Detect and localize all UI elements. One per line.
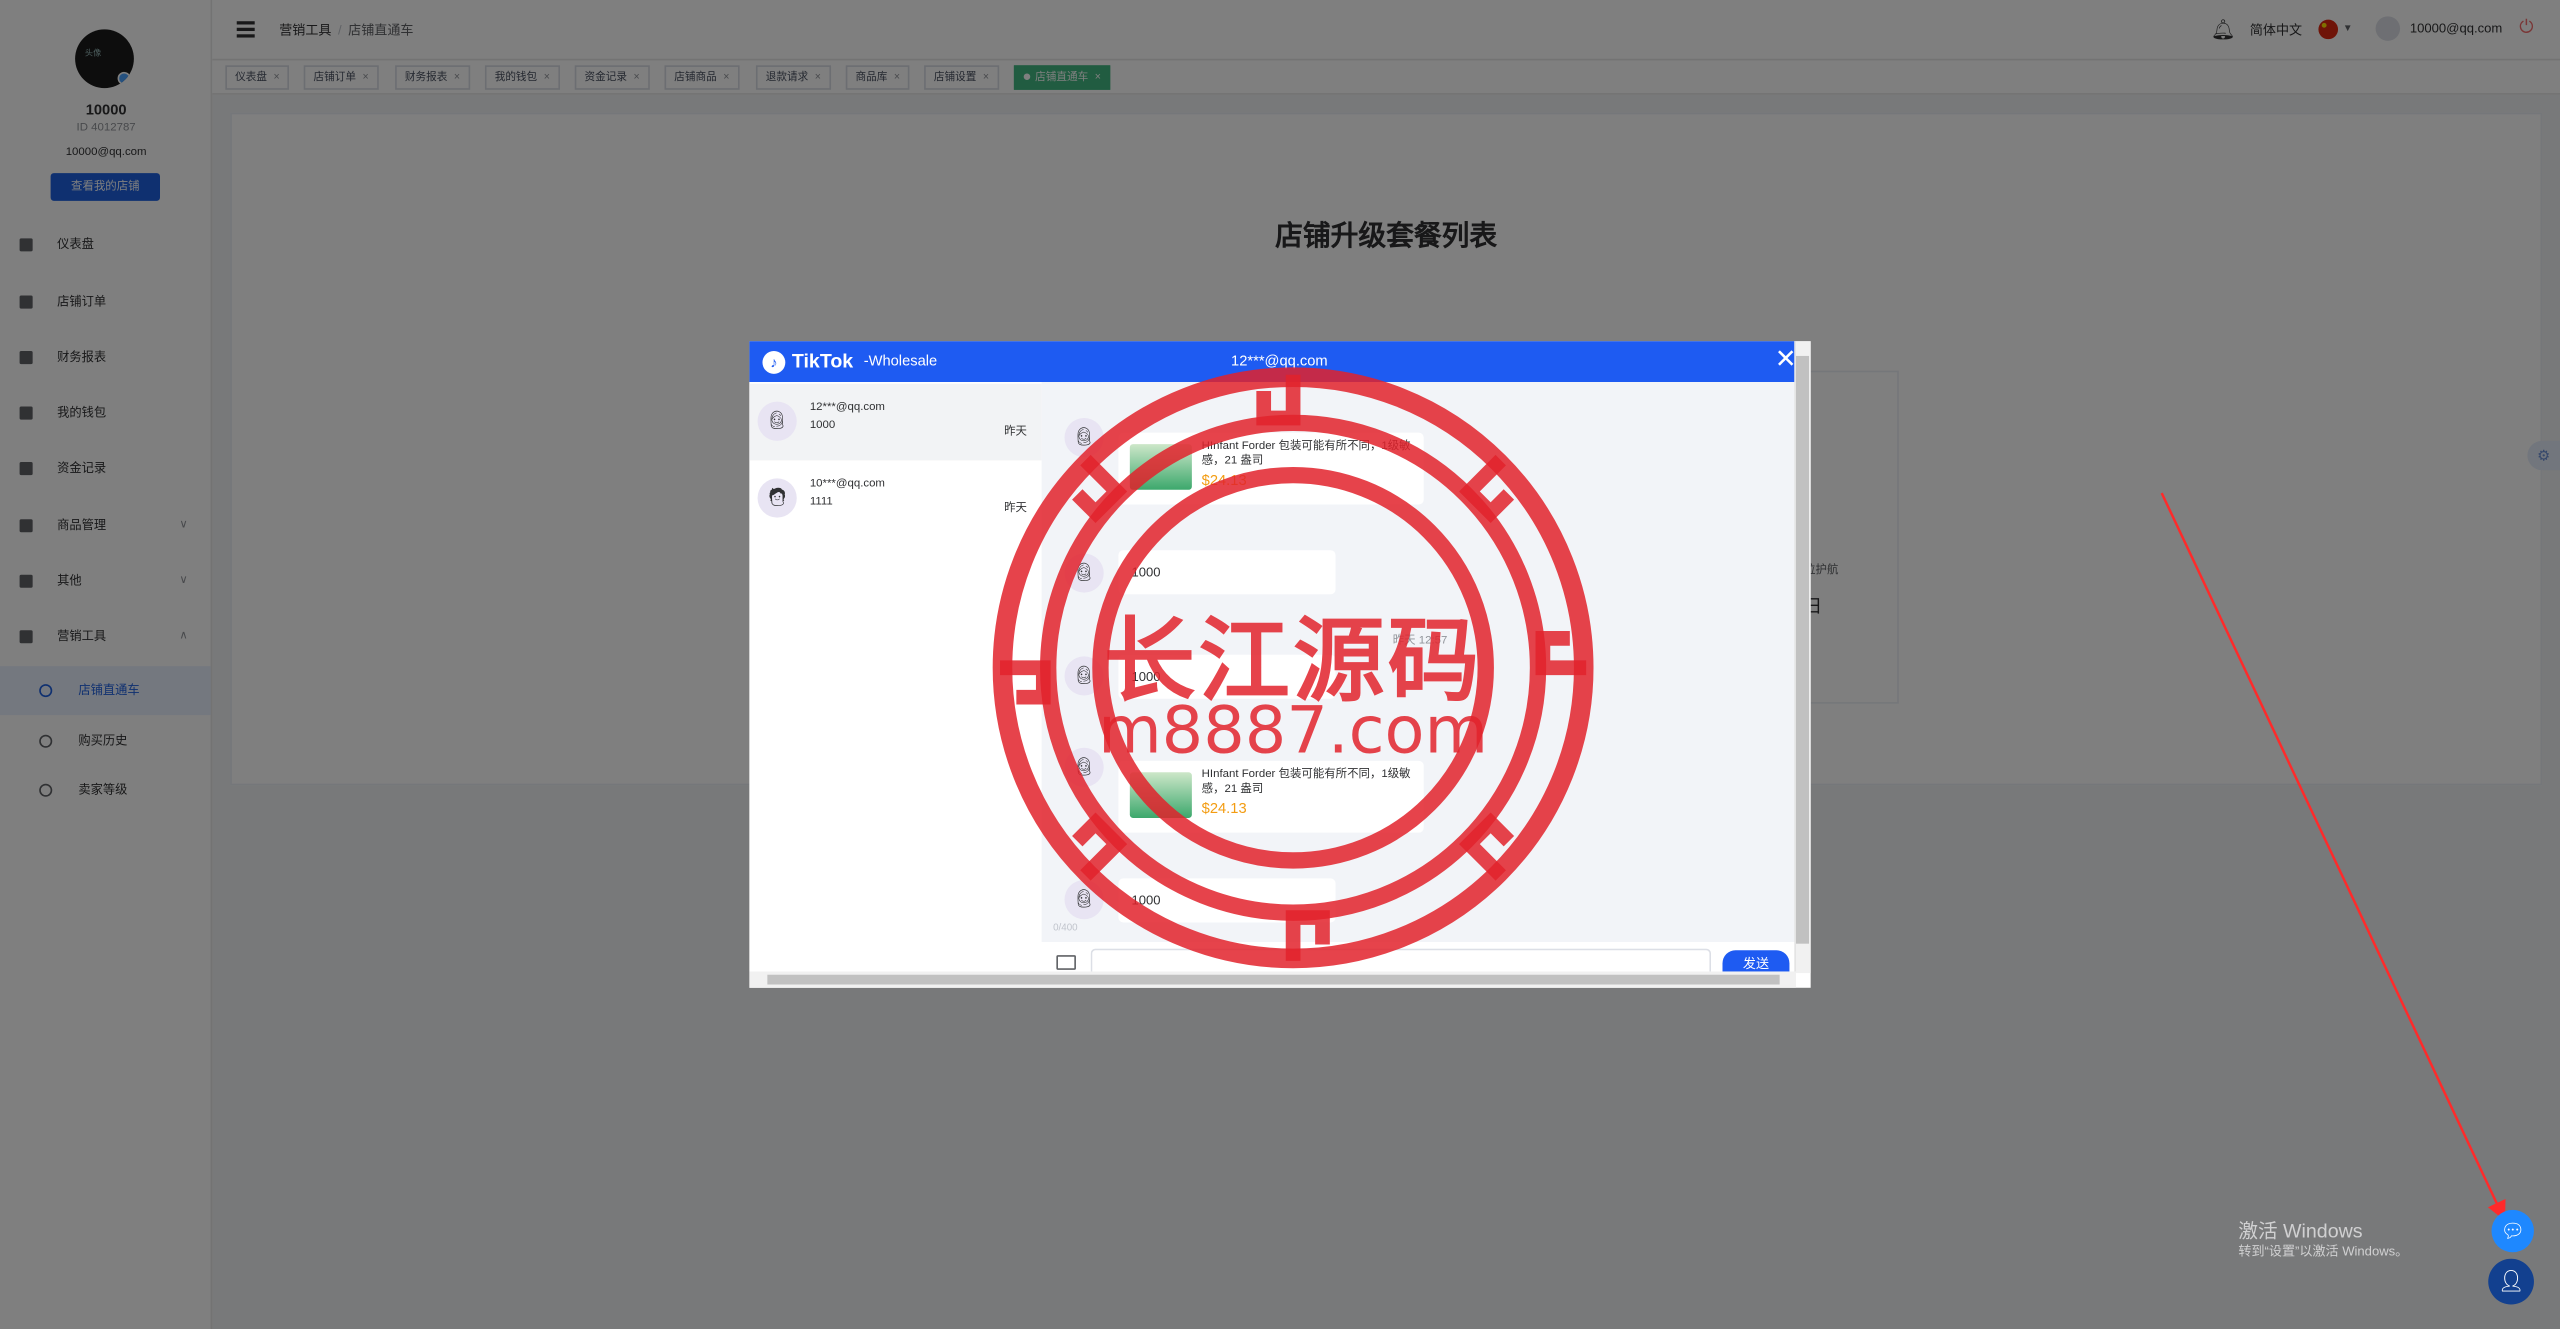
windows-activation-title: 激活 Windows xyxy=(2238,1219,2363,1243)
message-avatar: 🧕︎ xyxy=(1064,880,1104,920)
contact-avatar: 🧑︎ xyxy=(757,478,797,518)
product-card[interactable]: HInfant Forder 包装可能有所不同，1级敏感，21 盎司 $24.1… xyxy=(1118,432,1424,505)
chat-brand-suffix: -Wholesale xyxy=(863,352,938,369)
watermark-url: m8887.com xyxy=(1098,693,1489,770)
scrollbar-thumb[interactable] xyxy=(767,974,1780,985)
contact-last-message: 1111 xyxy=(809,496,833,508)
send-button[interactable]: 发送 xyxy=(1722,950,1790,972)
contact-email: 10***@qq.com xyxy=(809,478,885,490)
char-counter: 0/400 xyxy=(1053,924,1078,934)
product-image xyxy=(1129,772,1192,818)
text-message: 1000 xyxy=(1118,878,1336,923)
message-input[interactable] xyxy=(1090,948,1712,972)
product-image xyxy=(1129,444,1192,490)
product-title: HInfant Forder 包装可能有所不同，1级敏感，21 盎司 xyxy=(1201,769,1411,796)
support-agent-icon[interactable]: 👤︎ xyxy=(2488,1258,2534,1305)
chat-brand: TikTok xyxy=(791,349,854,373)
chat-peer-email: 12***@qq.com xyxy=(1231,352,1328,369)
windows-activation-hint: 转到“设置”以激活 Windows。 xyxy=(2238,1244,2409,1259)
product-price: $24.13 xyxy=(1201,471,1247,489)
chat-bubble-icon[interactable]: 💬︎ xyxy=(2491,1209,2534,1253)
contact-email: 12***@qq.com xyxy=(809,401,885,414)
product-card[interactable]: HInfant Forder 包装可能有所不同，1级敏感，21 盎司 $24.1… xyxy=(1118,760,1424,833)
contact-last-message: 1000 xyxy=(809,419,836,432)
contact-time: 昨天 xyxy=(1004,426,1027,438)
image-upload-icon[interactable] xyxy=(1056,955,1076,970)
contact-time: 昨天 xyxy=(1004,502,1027,515)
message-avatar: 🧕︎ xyxy=(1064,417,1104,458)
contact-avatar: 🧕︎ xyxy=(757,401,797,441)
product-title: HInfant Forder 包装可能有所不同，1级敏感，21 盎司 xyxy=(1201,440,1411,467)
scrollbar-thumb[interactable] xyxy=(1795,355,1810,944)
tiktok-logo-icon: ♪ xyxy=(762,351,786,374)
product-price: $24.13 xyxy=(1201,800,1247,817)
